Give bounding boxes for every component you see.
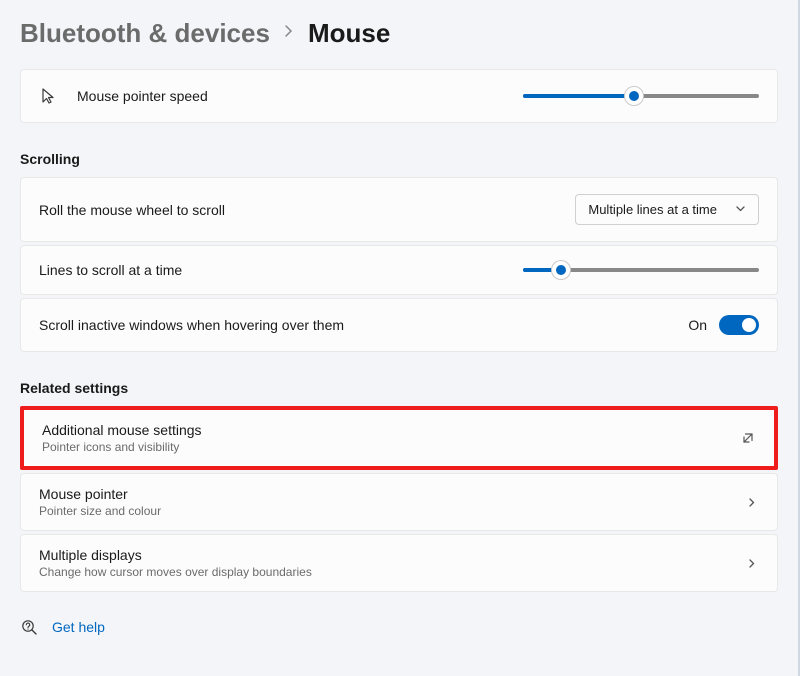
related-item-title: Multiple displays bbox=[39, 547, 312, 563]
chevron-right-icon bbox=[743, 555, 759, 571]
chevron-down-icon bbox=[735, 202, 746, 217]
lines-to-scroll-slider[interactable] bbox=[523, 268, 759, 272]
related-multiple-displays[interactable]: Multiple displays Change how cursor move… bbox=[20, 534, 778, 592]
help-icon bbox=[20, 618, 38, 636]
scroll-wheel-label: Roll the mouse wheel to scroll bbox=[39, 202, 225, 218]
help-row: Get help bbox=[20, 618, 778, 636]
related-item-subtitle: Pointer size and colour bbox=[39, 504, 161, 518]
related-item-title: Mouse pointer bbox=[39, 486, 161, 502]
inactive-windows-toggle[interactable] bbox=[719, 315, 759, 335]
pointer-speed-label: Mouse pointer speed bbox=[77, 88, 208, 104]
breadcrumb-parent[interactable]: Bluetooth & devices bbox=[20, 18, 270, 49]
scroll-wheel-row: Roll the mouse wheel to scroll Multiple … bbox=[20, 177, 778, 242]
related-mouse-pointer[interactable]: Mouse pointer Pointer size and colour bbox=[20, 473, 778, 531]
pointer-speed-slider[interactable] bbox=[523, 94, 759, 98]
chevron-right-icon bbox=[284, 24, 294, 43]
pointer-speed-row: Mouse pointer speed bbox=[20, 69, 778, 123]
cursor-icon bbox=[39, 86, 59, 106]
chevron-right-icon bbox=[743, 494, 759, 510]
scroll-wheel-dropdown[interactable]: Multiple lines at a time bbox=[575, 194, 759, 225]
scroll-wheel-selected: Multiple lines at a time bbox=[588, 202, 717, 217]
lines-to-scroll-row: Lines to scroll at a time bbox=[20, 245, 778, 295]
get-help-link[interactable]: Get help bbox=[52, 619, 105, 635]
related-section-header: Related settings bbox=[20, 380, 778, 396]
related-item-subtitle: Change how cursor moves over display bou… bbox=[39, 565, 312, 579]
breadcrumb-current: Mouse bbox=[308, 18, 390, 49]
related-item-subtitle: Pointer icons and visibility bbox=[42, 440, 202, 454]
inactive-windows-state: On bbox=[688, 317, 707, 333]
inactive-windows-label: Scroll inactive windows when hovering ov… bbox=[39, 317, 344, 333]
related-additional-mouse-settings[interactable]: Additional mouse settings Pointer icons … bbox=[20, 406, 778, 470]
external-link-icon bbox=[740, 430, 756, 446]
lines-to-scroll-label: Lines to scroll at a time bbox=[39, 262, 182, 278]
breadcrumb: Bluetooth & devices Mouse bbox=[20, 18, 778, 49]
related-item-title: Additional mouse settings bbox=[42, 422, 202, 438]
inactive-windows-row: Scroll inactive windows when hovering ov… bbox=[20, 298, 778, 352]
scrolling-section-header: Scrolling bbox=[20, 151, 778, 167]
